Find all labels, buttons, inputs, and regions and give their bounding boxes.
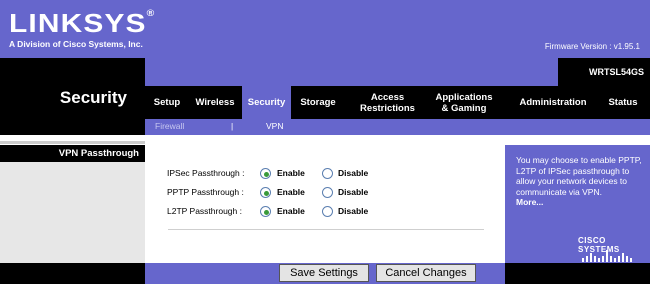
tab-status[interactable]: Status (601, 86, 645, 119)
l2tp-disable-radio[interactable] (322, 206, 333, 217)
header-banner: LINKSYS® A Division of Cisco Systems, In… (0, 0, 650, 58)
ipsec-label: IPSec Passthrough : (167, 168, 245, 178)
footer-right (505, 263, 650, 284)
logo-tagline: A Division of Cisco Systems, Inc. (9, 39, 143, 49)
subtab-separator: | (231, 121, 234, 131)
pptp-label: PPTP Passthrough : (167, 187, 244, 197)
section-heading-vpn-passthrough: VPN Passthrough (58, 148, 139, 159)
help-text: You may choose to enable PPTP, L2TP of I… (516, 155, 642, 197)
content-area (145, 145, 505, 263)
model-bar: WRTSL54GS (145, 58, 650, 86)
tab-setup[interactable]: Setup (149, 86, 185, 119)
tab-wireless[interactable]: Wireless (189, 86, 241, 119)
ipsec-disable-label: Disable (338, 168, 369, 178)
subtab-firewall[interactable]: Firewall (155, 121, 184, 131)
help-text-block: You may choose to enable PPTP, L2TP of I… (516, 155, 644, 208)
model-name: WRTSL54GS (558, 58, 650, 86)
l2tp-enable-radio[interactable] (260, 206, 271, 217)
pptp-disable-radio[interactable] (322, 187, 333, 198)
sub-nav: Firewall | VPN (145, 119, 650, 135)
cisco-bridge-icon (582, 250, 632, 262)
ipsec-disable-radio[interactable] (322, 168, 333, 179)
tab-security[interactable]: Security (242, 86, 291, 119)
pptp-enable-label: Enable (277, 187, 305, 197)
l2tp-enable-label: Enable (277, 206, 305, 216)
tab-administration[interactable]: Administration (511, 86, 595, 119)
l2tp-label: L2TP Passthrough : (167, 206, 242, 216)
linksys-logo: LINKSYS® (9, 8, 156, 38)
ipsec-enable-radio[interactable] (260, 168, 271, 179)
cancel-changes-button[interactable]: Cancel Changes (376, 264, 476, 282)
tab-applications-gaming[interactable]: Applications & Gaming (429, 86, 499, 119)
main-nav: Setup Wireless Security Storage Access R… (145, 86, 650, 119)
subtab-vpn[interactable]: VPN (266, 121, 283, 131)
left-panel (0, 145, 145, 263)
firmware-version: Firmware Version : v1.95.1 (544, 42, 640, 51)
help-more-link[interactable]: More... (516, 197, 644, 208)
pptp-disable-label: Disable (338, 187, 369, 197)
section-title-block: Security (0, 58, 145, 135)
content-divider (168, 229, 484, 230)
save-settings-button[interactable]: Save Settings (279, 264, 369, 282)
ipsec-enable-label: Enable (277, 168, 305, 178)
tab-access-restrictions[interactable]: Access Restrictions (350, 86, 425, 119)
footer-left (0, 263, 145, 284)
page-title: Security (59, 88, 127, 107)
l2tp-disable-label: Disable (338, 206, 369, 216)
tab-storage[interactable]: Storage (295, 86, 341, 119)
left-divider (0, 141, 145, 144)
pptp-enable-radio[interactable] (260, 187, 271, 198)
left-heading-bar: VPN Passthrough (0, 145, 145, 162)
